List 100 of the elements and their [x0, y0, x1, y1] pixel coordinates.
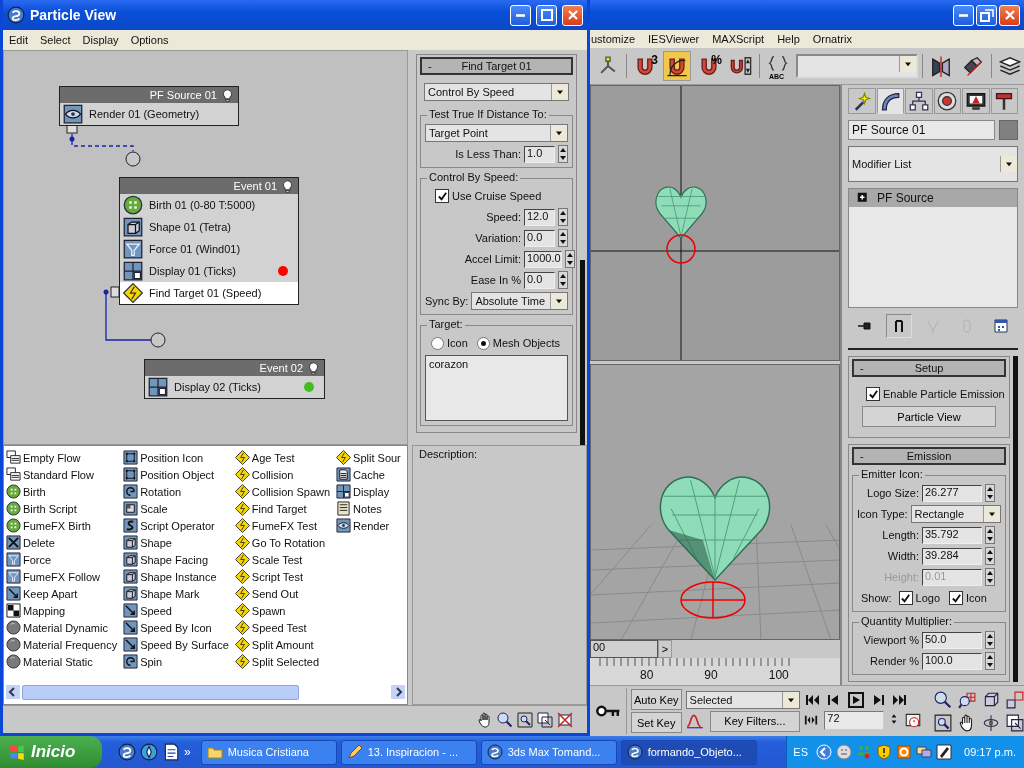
object-name-field[interactable]: PF Source 01: [848, 120, 995, 140]
toolbar-button[interactable]: [663, 51, 691, 81]
rollout-header[interactable]: - Setup: [852, 359, 1006, 377]
number-field[interactable]: 50.0: [922, 631, 982, 649]
maximize-icon[interactable]: [1006, 713, 1024, 732]
depot-item[interactable]: Script Test: [234, 568, 331, 585]
checkbox[interactable]: [898, 591, 913, 605]
color-swatch[interactable]: [999, 120, 1018, 140]
taskbar-button[interactable]: 3ds Max Tomand...: [480, 739, 617, 765]
timeline-ruler[interactable]: 80 90 100: [590, 658, 840, 685]
spinner-arrows-icon[interactable]: [558, 229, 568, 247]
modifier-list-dropdown[interactable]: Modifier List: [848, 146, 1018, 182]
minimize-button[interactable]: [510, 4, 531, 26]
cube-icon[interactable]: [982, 690, 1000, 709]
rollout-header[interactable]: - Find Target 01: [420, 57, 573, 75]
depot-item[interactable]: Speed: [123, 602, 229, 619]
light-bulb-icon[interactable]: [281, 179, 294, 193]
depot-item[interactable]: Delete: [6, 534, 118, 551]
chevron-icon[interactable]: [816, 744, 832, 760]
panel-tab[interactable]: [933, 88, 961, 114]
frame-range-icon[interactable]: [804, 713, 819, 727]
list-item[interactable]: corazon: [429, 358, 564, 370]
close-button[interactable]: [999, 4, 1020, 26]
menu-item[interactable]: Options: [130, 34, 169, 46]
taskbar-button[interactable]: formando_Objeto...: [620, 739, 757, 765]
scrollbar[interactable]: [6, 684, 405, 700]
operator-row[interactable]: Shape 01 (Tetra): [120, 216, 298, 238]
depot-item[interactable]: Speed By Icon: [123, 619, 229, 636]
monitors-icon[interactable]: [916, 744, 932, 760]
operator-row[interactable]: Find Target 01 (Speed): [120, 282, 298, 304]
spinner-arrows-icon[interactable]: [985, 652, 995, 670]
flow-graph-canvas[interactable]: PF Source 01 Render 01 (Geometry) Event 01 Birth 01 (0-80 T:5000) Shape 01 (Tetra) Force 01 (Wind01) Display 01 (Ticks) Find Target 01 (Speed) Event 02 Display 02 (Ticks): [3, 50, 408, 445]
dropdown[interactable]: Control By Speed: [424, 83, 569, 101]
hand-icon[interactable]: [477, 711, 493, 728]
close-button[interactable]: [562, 4, 583, 26]
number-field[interactable]: 100.0: [922, 652, 982, 670]
minimize-button[interactable]: [953, 4, 974, 26]
toolbar-button[interactable]: %: [695, 51, 723, 81]
spinner-arrows-icon[interactable]: [985, 547, 995, 565]
light-bulb-icon[interactable]: [221, 88, 234, 102]
rollout-header[interactable]: - Emission: [852, 447, 1006, 465]
operator-row[interactable]: Display 02 (Ticks): [145, 376, 324, 398]
depot-item[interactable]: Go To Rotation: [234, 534, 331, 551]
event-node[interactable]: PF Source 01 Render 01 (Geometry): [59, 86, 239, 126]
input-port-icon[interactable]: [150, 332, 166, 348]
menu-item[interactable]: IESViewer: [648, 33, 700, 45]
number-field[interactable]: 26.277: [922, 484, 982, 502]
depot-item[interactable]: Find Target: [234, 500, 331, 517]
magnifier-icon[interactable]: [497, 711, 513, 728]
depot-item[interactable]: Standard Flow: [6, 466, 118, 483]
depot-item[interactable]: Mapping: [6, 602, 118, 619]
scrollbar[interactable]: [1013, 356, 1018, 682]
depot-item[interactable]: Rotation: [123, 483, 229, 500]
crossed-window-icon[interactable]: [557, 711, 573, 728]
checkbox[interactable]: [866, 387, 880, 401]
number-field[interactable]: 0.0: [524, 271, 555, 289]
operator-row[interactable]: Render 01 (Geometry): [60, 103, 238, 125]
number-field[interactable]: 39.284: [922, 547, 982, 565]
dropdown[interactable]: Rectangle: [910, 505, 1001, 523]
operator-row[interactable]: Display 01 (Ticks): [120, 260, 298, 282]
operator-row[interactable]: Force 01 (Wind01): [120, 238, 298, 260]
output-port-icon[interactable]: [66, 124, 78, 134]
quill-icon[interactable]: [936, 744, 952, 760]
magnifier-icon[interactable]: [934, 690, 952, 709]
depot-item[interactable]: Birth Script: [6, 500, 118, 517]
restore-button[interactable]: [976, 4, 997, 26]
maximize-button[interactable]: [536, 4, 557, 26]
depot-item[interactable]: Keep Apart: [6, 585, 118, 602]
depot-item[interactable]: Speed Test: [234, 619, 331, 636]
depot-item[interactable]: Split Sour: [336, 449, 401, 466]
menu-item[interactable]: Ornatrix: [812, 33, 852, 45]
document-icon[interactable]: [162, 743, 180, 761]
frame-counter[interactable]: 00: [590, 640, 658, 658]
depot-item[interactable]: Split Selected: [234, 653, 331, 670]
depot-item[interactable]: Position Icon: [123, 449, 229, 466]
depot-item[interactable]: Shape: [123, 534, 229, 551]
checkbox[interactable]: [949, 591, 964, 605]
skip-end-icon[interactable]: [892, 692, 909, 708]
set-key-button[interactable]: Set Key: [630, 712, 682, 733]
frame-field[interactable]: 72: [824, 710, 885, 730]
spinner-arrows-icon[interactable]: [564, 250, 575, 268]
output-port-icon[interactable]: [110, 286, 120, 298]
checkbox[interactable]: [435, 189, 449, 203]
menu-item[interactable]: Select: [39, 34, 71, 46]
key-mode-dropdown[interactable]: Selected: [685, 690, 801, 709]
taskbar-button[interactable]: Musica Cristiana: [200, 739, 337, 765]
scrollbar[interactable]: [580, 260, 585, 445]
more-button[interactable]: »: [184, 745, 191, 759]
depot-item[interactable]: Cache: [336, 466, 401, 483]
depot-item[interactable]: FumeFX Follow: [6, 568, 118, 585]
depot-item[interactable]: Shape Instance: [123, 568, 229, 585]
spinner-arrows-icon[interactable]: [558, 208, 568, 226]
spinner-arrows-icon[interactable]: [985, 484, 995, 502]
curve-icon[interactable]: [685, 712, 704, 730]
orbit-icon[interactable]: [982, 713, 1000, 732]
panel-tab[interactable]: [905, 88, 933, 114]
panel-tab[interactable]: [990, 88, 1018, 114]
depot-item[interactable]: Material Frequency: [6, 636, 118, 653]
spinner-arrows-icon[interactable]: [558, 145, 568, 163]
depot-item[interactable]: Spawn: [234, 602, 331, 619]
